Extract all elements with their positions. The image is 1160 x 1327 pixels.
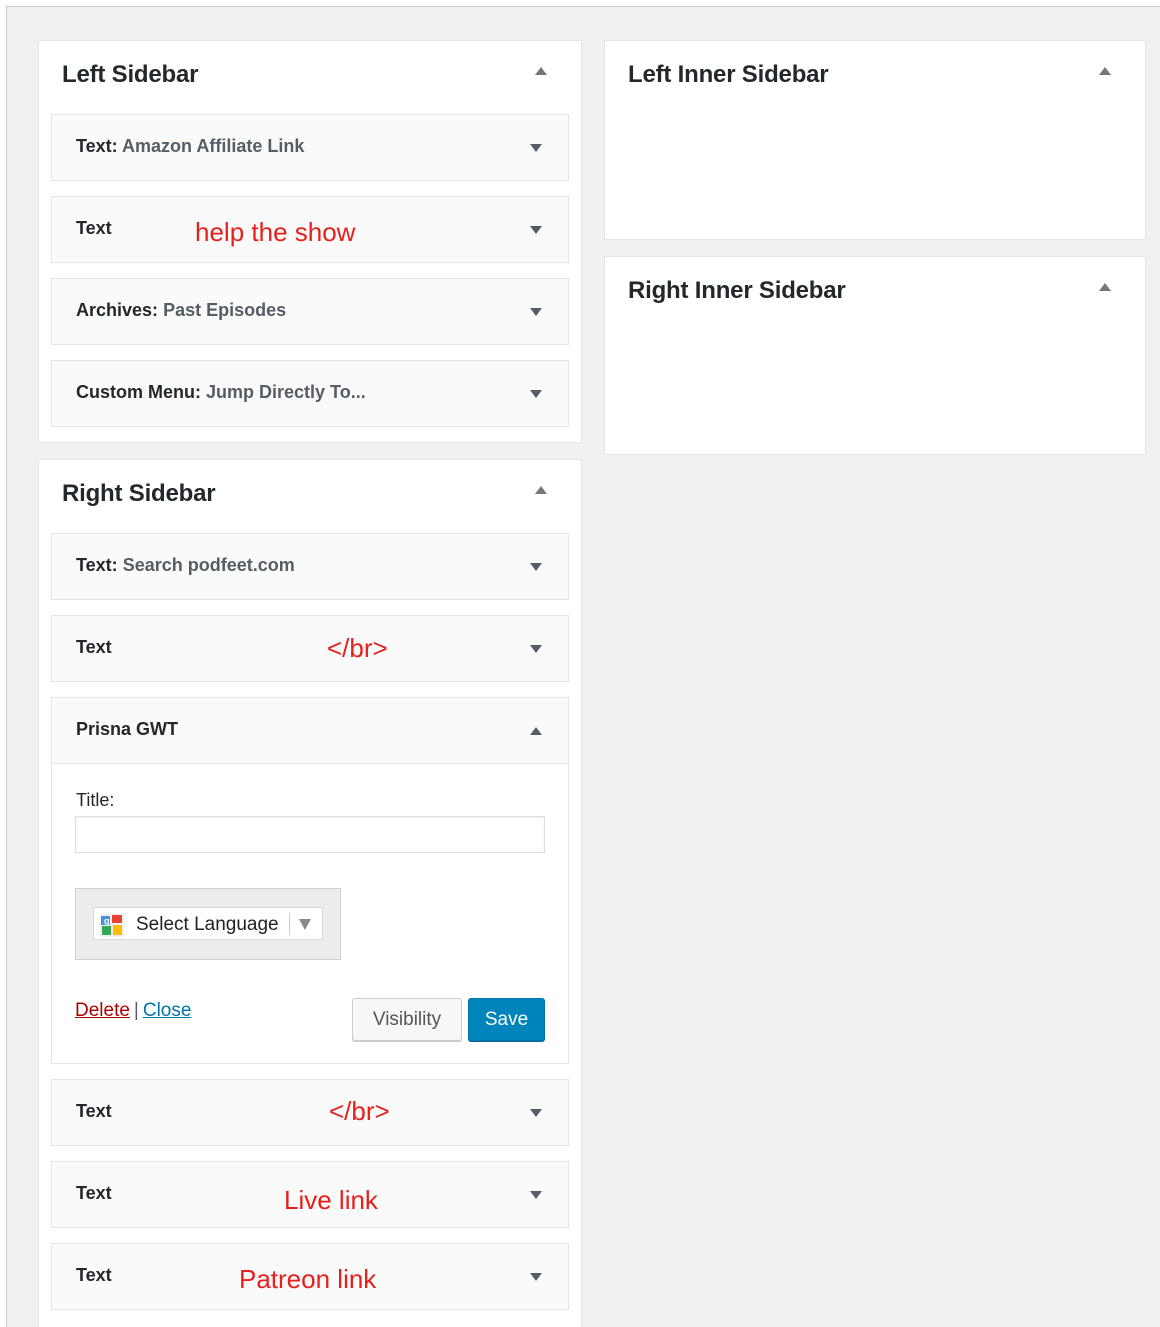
widget-label: Custom Menu: Jump Directly To... (76, 382, 366, 402)
right-inner-sidebar-panel: Right Inner Sidebar (604, 256, 1146, 455)
expand-arrow-icon[interactable] (530, 1273, 542, 1281)
right-sidebar-title: Right Sidebar (62, 480, 216, 507)
save-button[interactable]: Save (468, 998, 545, 1041)
widget-prisna-gwt: Prisna GWT Title: g Select Language Dele… (51, 697, 569, 1064)
left-sidebar-title: Left Sidebar (62, 61, 199, 88)
expand-arrow-icon[interactable] (530, 1109, 542, 1117)
language-widget-preview: g Select Language (75, 888, 341, 960)
annotation-help-the-show: help the show (195, 217, 356, 247)
right-inner-sidebar-title: Right Inner Sidebar (628, 277, 846, 304)
widget-label: Archives: Past Episodes (76, 300, 287, 320)
left-sidebar-header[interactable]: Left Sidebar (39, 41, 581, 113)
left-inner-sidebar-title: Left Inner Sidebar (628, 61, 829, 88)
widget-search-podfeet[interactable]: Text: Search podfeet.com (51, 533, 569, 600)
widget-amazon-affiliate[interactable]: Text: Amazon Affiliate Link (51, 114, 569, 181)
annotation-live-link: Live link (284, 1185, 378, 1215)
widget-custom-menu[interactable]: Custom Menu: Jump Directly To... (51, 360, 569, 427)
widget-label: Text (76, 1183, 112, 1203)
widget-label: Text (76, 637, 112, 657)
widgets-area: Left Sidebar Text: Amazon Affiliate Link… (6, 6, 1160, 1327)
widget-text-br-1[interactable]: Text </br> (51, 615, 569, 682)
widget-text-help-the-show[interactable]: Text help the show (51, 196, 569, 263)
close-link[interactable]: Close (143, 1000, 192, 1021)
actions-separator: | (133, 1000, 139, 1021)
select-language-dropdown[interactable]: g Select Language (93, 907, 323, 940)
expand-arrow-icon[interactable] (530, 390, 542, 398)
widget-label: Text (76, 218, 112, 238)
widget-label: Text: Search podfeet.com (76, 555, 295, 575)
delete-link[interactable]: Delete (75, 1000, 130, 1021)
left-inner-sidebar-panel: Left Inner Sidebar (604, 40, 1146, 240)
visibility-button[interactable]: Visibility (352, 998, 462, 1041)
right-inner-sidebar-header[interactable]: Right Inner Sidebar (605, 257, 1145, 329)
chevron-down-icon[interactable] (299, 919, 311, 930)
left-sidebar-panel: Left Sidebar Text: Amazon Affiliate Link… (38, 40, 582, 443)
select-language-label: Select Language (136, 914, 279, 935)
widget-label: Prisna GWT (76, 719, 179, 739)
annotation-patreon-link: Patreon link (239, 1264, 377, 1294)
expand-arrow-icon[interactable] (530, 645, 542, 653)
left-inner-sidebar-header[interactable]: Left Inner Sidebar (605, 41, 1145, 113)
annotation-br: </br> (327, 633, 388, 663)
prisna-gwt-header[interactable]: Prisna GWT (52, 698, 568, 764)
dropdown-separator (289, 913, 290, 935)
collapse-arrow-icon[interactable] (1099, 283, 1111, 291)
title-field[interactable] (75, 816, 545, 853)
expand-arrow-icon[interactable] (530, 144, 542, 152)
svg-text:g: g (104, 916, 110, 926)
widget-text-live-link[interactable]: Text Live link (51, 1161, 569, 1228)
expand-arrow-icon[interactable] (530, 1191, 542, 1199)
widget-label: Text: Amazon Affiliate Link (76, 136, 305, 156)
right-sidebar-header[interactable]: Right Sidebar (39, 460, 581, 532)
widget-archives[interactable]: Archives: Past Episodes (51, 278, 569, 345)
google-translate-icon: g (100, 913, 124, 937)
right-sidebar-panel: Right Sidebar Text: Search podfeet.com T… (38, 459, 582, 1327)
widget-text-br-2[interactable]: Text </br> (51, 1079, 569, 1146)
widget-label: Text (76, 1101, 112, 1121)
expand-arrow-icon[interactable] (530, 226, 542, 234)
collapse-arrow-icon[interactable] (1099, 67, 1111, 75)
collapse-arrow-icon[interactable] (535, 67, 547, 75)
widget-actions: Delete | Close (75, 1000, 191, 1022)
collapse-arrow-icon[interactable] (530, 727, 542, 735)
widget-text-patreon-link[interactable]: Text Patreon link (51, 1243, 569, 1310)
expand-arrow-icon[interactable] (530, 563, 542, 571)
annotation-br: </br> (329, 1096, 390, 1126)
title-field-label: Title: (76, 790, 115, 810)
collapse-arrow-icon[interactable] (535, 486, 547, 494)
widget-label: Text (76, 1265, 112, 1285)
expand-arrow-icon[interactable] (530, 308, 542, 316)
